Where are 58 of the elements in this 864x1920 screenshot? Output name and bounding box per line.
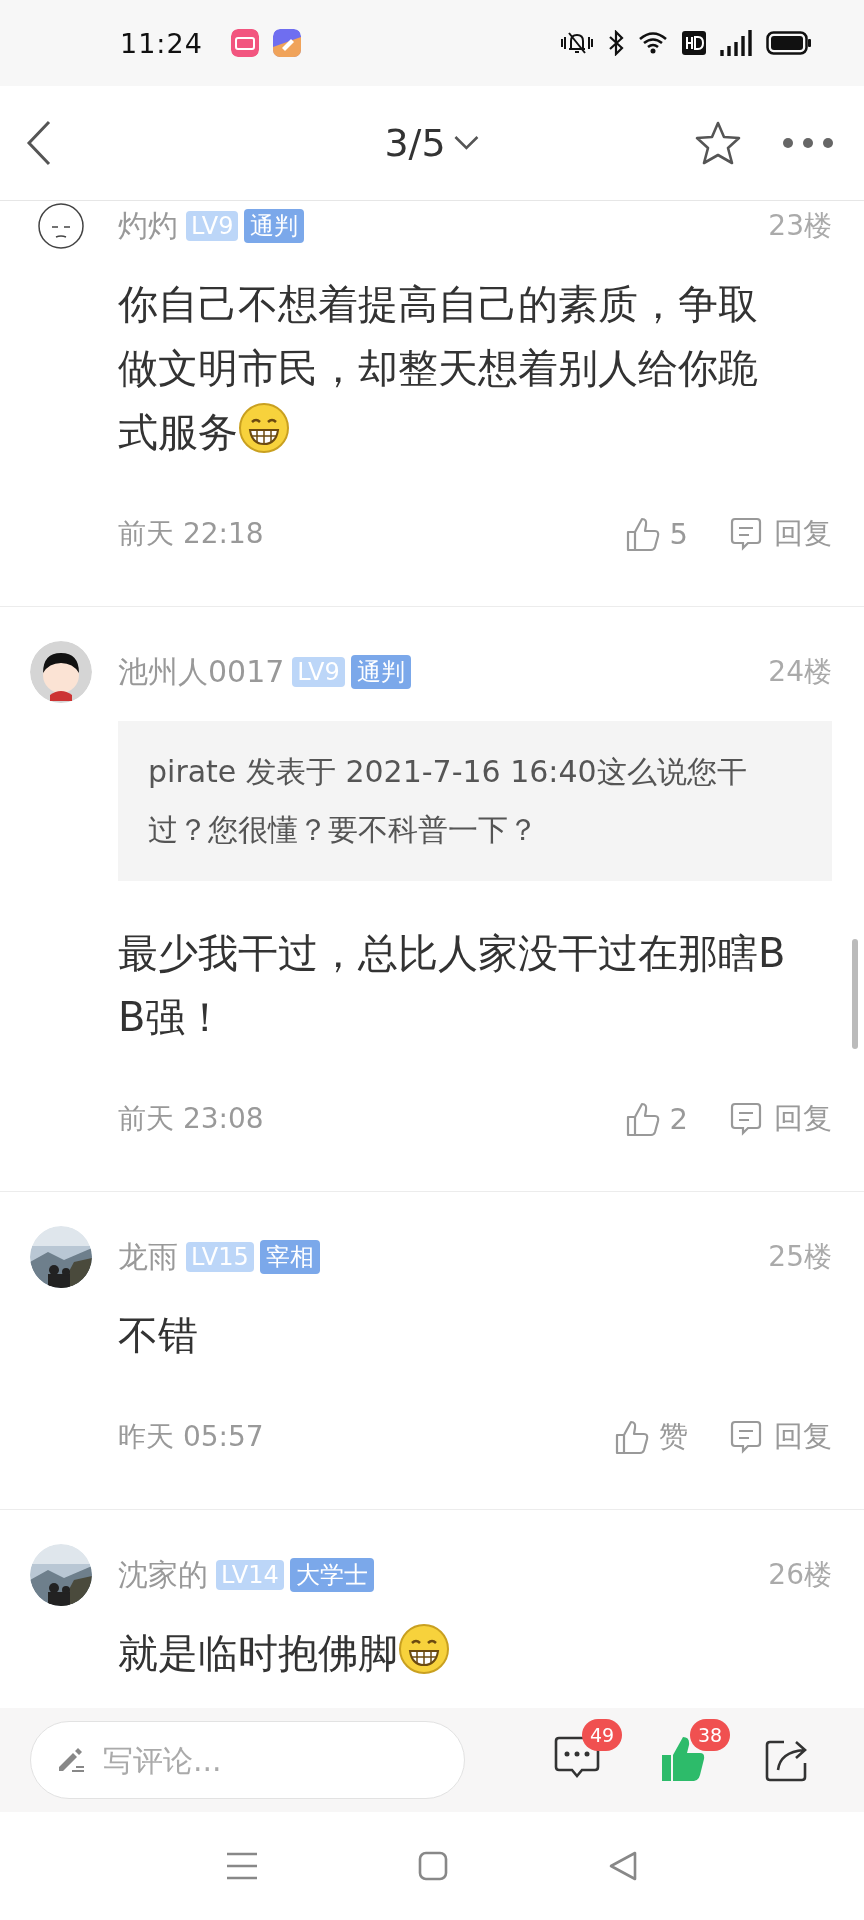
thumbs-up-icon xyxy=(625,516,660,552)
like-button[interactable]: 赞 xyxy=(615,1417,688,1457)
thumbs-up-icon xyxy=(615,1419,649,1455)
comment-icon xyxy=(728,1101,764,1137)
post-time: 前天 23:08 xyxy=(118,1101,264,1137)
floor-number: 23楼 xyxy=(768,208,832,244)
app-icon xyxy=(230,29,259,57)
bluetooth-icon xyxy=(608,30,624,56)
reply-button[interactable]: 回复 xyxy=(728,1417,832,1457)
level-tag: LV9 xyxy=(186,211,239,241)
reply-button[interactable]: 回复 xyxy=(728,514,832,554)
post-time: 前天 22:18 xyxy=(118,516,264,552)
page-indicator[interactable]: 3/5 xyxy=(384,121,446,165)
user-name[interactable]: 灼灼 xyxy=(118,205,178,247)
back-icon[interactable] xyxy=(608,1851,638,1881)
reply-button[interactable]: 回复 xyxy=(728,1099,832,1139)
home-icon[interactable] xyxy=(418,1851,448,1881)
comment-text: 不错 xyxy=(118,1311,199,1360)
rank-tag: 大学士 xyxy=(289,1558,374,1592)
battery-icon xyxy=(766,31,812,55)
rank-tag: 宰相 xyxy=(259,1240,320,1274)
rank-tag: 通判 xyxy=(244,209,305,243)
mute-icon xyxy=(560,30,594,56)
signal-icon xyxy=(720,30,752,56)
like-count-badge: 38 xyxy=(690,1719,731,1751)
menu-icon[interactable] xyxy=(226,1852,258,1880)
hd-icon xyxy=(682,31,706,55)
more-icon[interactable] xyxy=(782,137,834,149)
like-button[interactable]: 2 xyxy=(625,1101,688,1137)
comment-icon xyxy=(728,516,764,552)
comment-icon xyxy=(728,1419,764,1455)
floor-number: 26楼 xyxy=(768,1557,832,1593)
level-tag: LV15 xyxy=(186,1242,254,1272)
level-tag: LV9 xyxy=(292,657,345,687)
comment-count-badge: 49 xyxy=(582,1719,623,1751)
clock: 11:24 xyxy=(120,27,203,59)
caret-icon[interactable] xyxy=(453,135,480,151)
star-icon[interactable] xyxy=(694,120,742,166)
pencil-icon xyxy=(56,1745,86,1775)
comment-text: 最少我干过，总比人家没干过在那瞎BB强！ xyxy=(118,929,787,1042)
like-button[interactable]: 5 xyxy=(625,516,688,552)
comment-text: 你自己不想着提高自己的素质，争取做文明市民，却整天想着别人给你跪式服务 xyxy=(118,280,759,457)
thumbs-up-icon xyxy=(625,1101,660,1137)
user-name[interactable]: 沈家的 xyxy=(118,1554,208,1596)
app-icon xyxy=(272,29,301,57)
comment-input[interactable]: 写评论... xyxy=(30,1721,465,1799)
wifi-icon xyxy=(638,30,668,56)
rank-tag: 通判 xyxy=(350,655,411,689)
comment-text: 就是临时抱佛脚 xyxy=(118,1621,788,1685)
avatar-icon[interactable] xyxy=(30,641,92,703)
level-tag: LV14 xyxy=(216,1560,284,1590)
post-time: 昨天 05:57 xyxy=(118,1419,264,1455)
floor-number: 25楼 xyxy=(768,1239,832,1275)
floor-number: 24楼 xyxy=(768,654,832,690)
quoted-reply: pirate 发表于 2021-7-16 16:40这么说您干过？您很懂？要不科普一下？ xyxy=(118,721,832,881)
user-name[interactable]: 池州人0017 xyxy=(118,651,285,693)
back-icon[interactable] xyxy=(26,120,52,166)
user-name[interactable]: 龙雨 xyxy=(118,1236,178,1278)
